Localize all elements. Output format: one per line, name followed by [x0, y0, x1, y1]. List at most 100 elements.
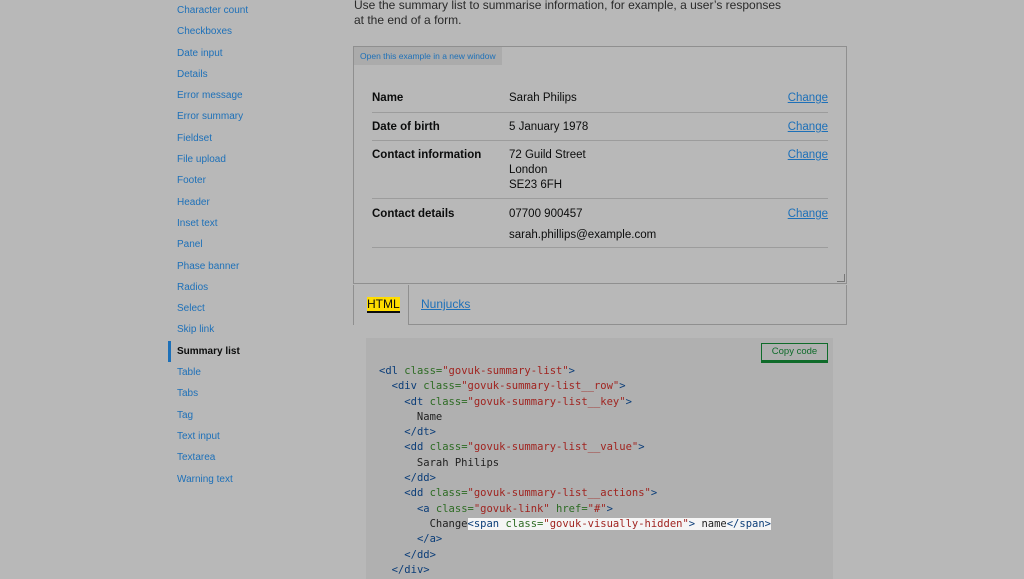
code-line: </div>	[379, 563, 771, 578]
code-line: </dd>	[379, 471, 771, 486]
summary-value-line: SE23 6FH	[509, 179, 563, 191]
sidebar-item-date-input[interactable]: Date input	[168, 43, 338, 64]
tab-html[interactable]: HTML	[354, 285, 409, 325]
code-token: >	[650, 487, 658, 500]
code-token: </dd>	[404, 548, 436, 561]
code-token: </dt>	[404, 426, 436, 439]
sidebar-item-error-summary[interactable]: Error summary	[168, 106, 338, 127]
code-token: class=	[404, 365, 443, 377]
sidebar-item-table[interactable]: Table	[168, 362, 338, 383]
tab-html-label[interactable]: HTML	[367, 297, 400, 313]
summary-key: Date of birth	[372, 121, 440, 133]
sidebar-item-error-message[interactable]: Error message	[168, 85, 338, 106]
code-token: >	[625, 395, 632, 408]
code-token: "govuk-summary-list__row"	[461, 380, 620, 393]
code-line: <dd class="govuk-summary-list__actions">	[379, 486, 771, 501]
code-token: Name	[379, 410, 443, 423]
code-line: Name	[379, 410, 771, 425]
code-token: "#"	[587, 502, 607, 515]
code-line: </a>	[379, 532, 771, 547]
code-line: <dd class="govuk-summary-list__value">	[379, 440, 771, 455]
code-line: </dd>	[379, 548, 771, 563]
sidebar-item-header[interactable]: Header	[168, 192, 338, 213]
sidebar-item-footer[interactable]: Footer	[168, 170, 338, 191]
code-token: "govuk-link"	[473, 502, 557, 515]
resize-grip-icon[interactable]	[837, 274, 845, 282]
code-line: <div class="govuk-summary-list__row">	[379, 379, 771, 394]
change-link[interactable]: Change	[788, 207, 828, 222]
intro-paragraph: Use the summary list to summarise inform…	[354, 0, 782, 27]
code-tabs: HTML Nunjucks	[353, 285, 847, 325]
change-link[interactable]: Change	[788, 120, 828, 135]
change-link[interactable]: Change	[788, 91, 828, 106]
code-token: >	[568, 365, 575, 377]
open-example-link[interactable]: Open this example in a new window	[354, 47, 502, 65]
summary-value: Sarah Philips	[509, 91, 577, 106]
code-token: Sarah Philips	[379, 456, 500, 469]
code-token: "govuk-summary-list"	[442, 365, 569, 377]
code-line: </dt>	[379, 425, 771, 440]
code-token: <dt	[404, 395, 430, 408]
code-token: "govuk-summary-list__value"	[467, 441, 639, 454]
code-token: "govuk-summary-list__key"	[467, 395, 626, 408]
code-token: </dd>	[404, 472, 436, 485]
code-token: >	[606, 502, 613, 515]
code-token: >	[619, 380, 626, 393]
summary-value-line: Sarah Philips	[509, 92, 577, 104]
summary-value: 07700 900457 sarah.phillips@example.com	[509, 207, 656, 243]
sidebar-item-skip-link[interactable]: Skip link	[168, 319, 338, 340]
sidebar-nav: Character count Checkboxes Date input Detai…	[168, 0, 338, 490]
code-token: </div>	[391, 563, 430, 576]
summary-row: Name Sarah Philips Change	[372, 84, 828, 113]
code-token: name	[695, 517, 727, 530]
code-token: <span	[467, 517, 506, 530]
code-token: class=	[429, 441, 468, 454]
summary-row: Date of birth 5 January 1978 Change	[372, 113, 828, 141]
sidebar-item-inset-text[interactable]: Inset text	[168, 213, 338, 234]
code-token: <a	[416, 502, 436, 515]
code-line: <dl class="govuk-summary-list">	[379, 364, 771, 379]
summary-row: Contact details 07700 900457 sarah.phillip…	[372, 199, 828, 248]
sidebar-item-summary-list[interactable]: Summary list	[168, 340, 338, 363]
sidebar-item-checkboxes[interactable]: Checkboxes	[168, 21, 338, 42]
sidebar-item-select[interactable]: Select	[168, 298, 338, 319]
sidebar-item-panel[interactable]: Panel	[168, 234, 338, 255]
sidebar-item-tabs[interactable]: Tabs	[168, 383, 338, 404]
summary-value-line: London	[509, 164, 548, 176]
tab-nunjucks[interactable]: Nunjucks	[421, 297, 470, 311]
code-line: <a class="govuk-link" href="#">	[379, 502, 771, 517]
summary-key: Name	[372, 92, 404, 104]
code-token: class=	[429, 487, 468, 500]
sidebar-item-radios[interactable]: Radios	[168, 277, 338, 298]
sidebar-item-fieldset[interactable]: Fieldset	[168, 128, 338, 149]
sidebar-item-file-upload[interactable]: File upload	[168, 149, 338, 170]
sidebar-item-warning-text[interactable]: Warning text	[168, 469, 338, 490]
code-token: href=	[556, 502, 588, 515]
sidebar-item-textarea[interactable]: Textarea	[168, 447, 338, 468]
copy-code-button[interactable]: Copy code	[761, 343, 828, 361]
code-token: >	[638, 441, 645, 454]
sidebar-item-phase-banner[interactable]: Phase banner	[168, 256, 338, 277]
code-token: class=	[429, 395, 468, 408]
code-token: <dl	[379, 365, 405, 377]
sidebar-item-character-count[interactable]: Character count	[168, 0, 338, 21]
summary-value-line: sarah.phillips@example.com	[509, 229, 657, 241]
code-token: "govuk-summary-list__actions"	[467, 487, 651, 500]
sidebar-item-details[interactable]: Details	[168, 64, 338, 85]
summary-key: Contact information	[372, 149, 482, 161]
change-link[interactable]: Change	[788, 148, 828, 163]
summary-value-line: 5 January 1978	[509, 121, 589, 133]
summary-value: 5 January 1978	[509, 120, 588, 135]
summary-key: Contact details	[372, 208, 455, 220]
summary-value-line: 72 Guild Street	[509, 149, 586, 161]
sidebar-item-tag[interactable]: Tag	[168, 405, 338, 426]
sidebar-item-text-input[interactable]: Text input	[168, 426, 338, 447]
code-line: Sarah Philips	[379, 456, 771, 471]
